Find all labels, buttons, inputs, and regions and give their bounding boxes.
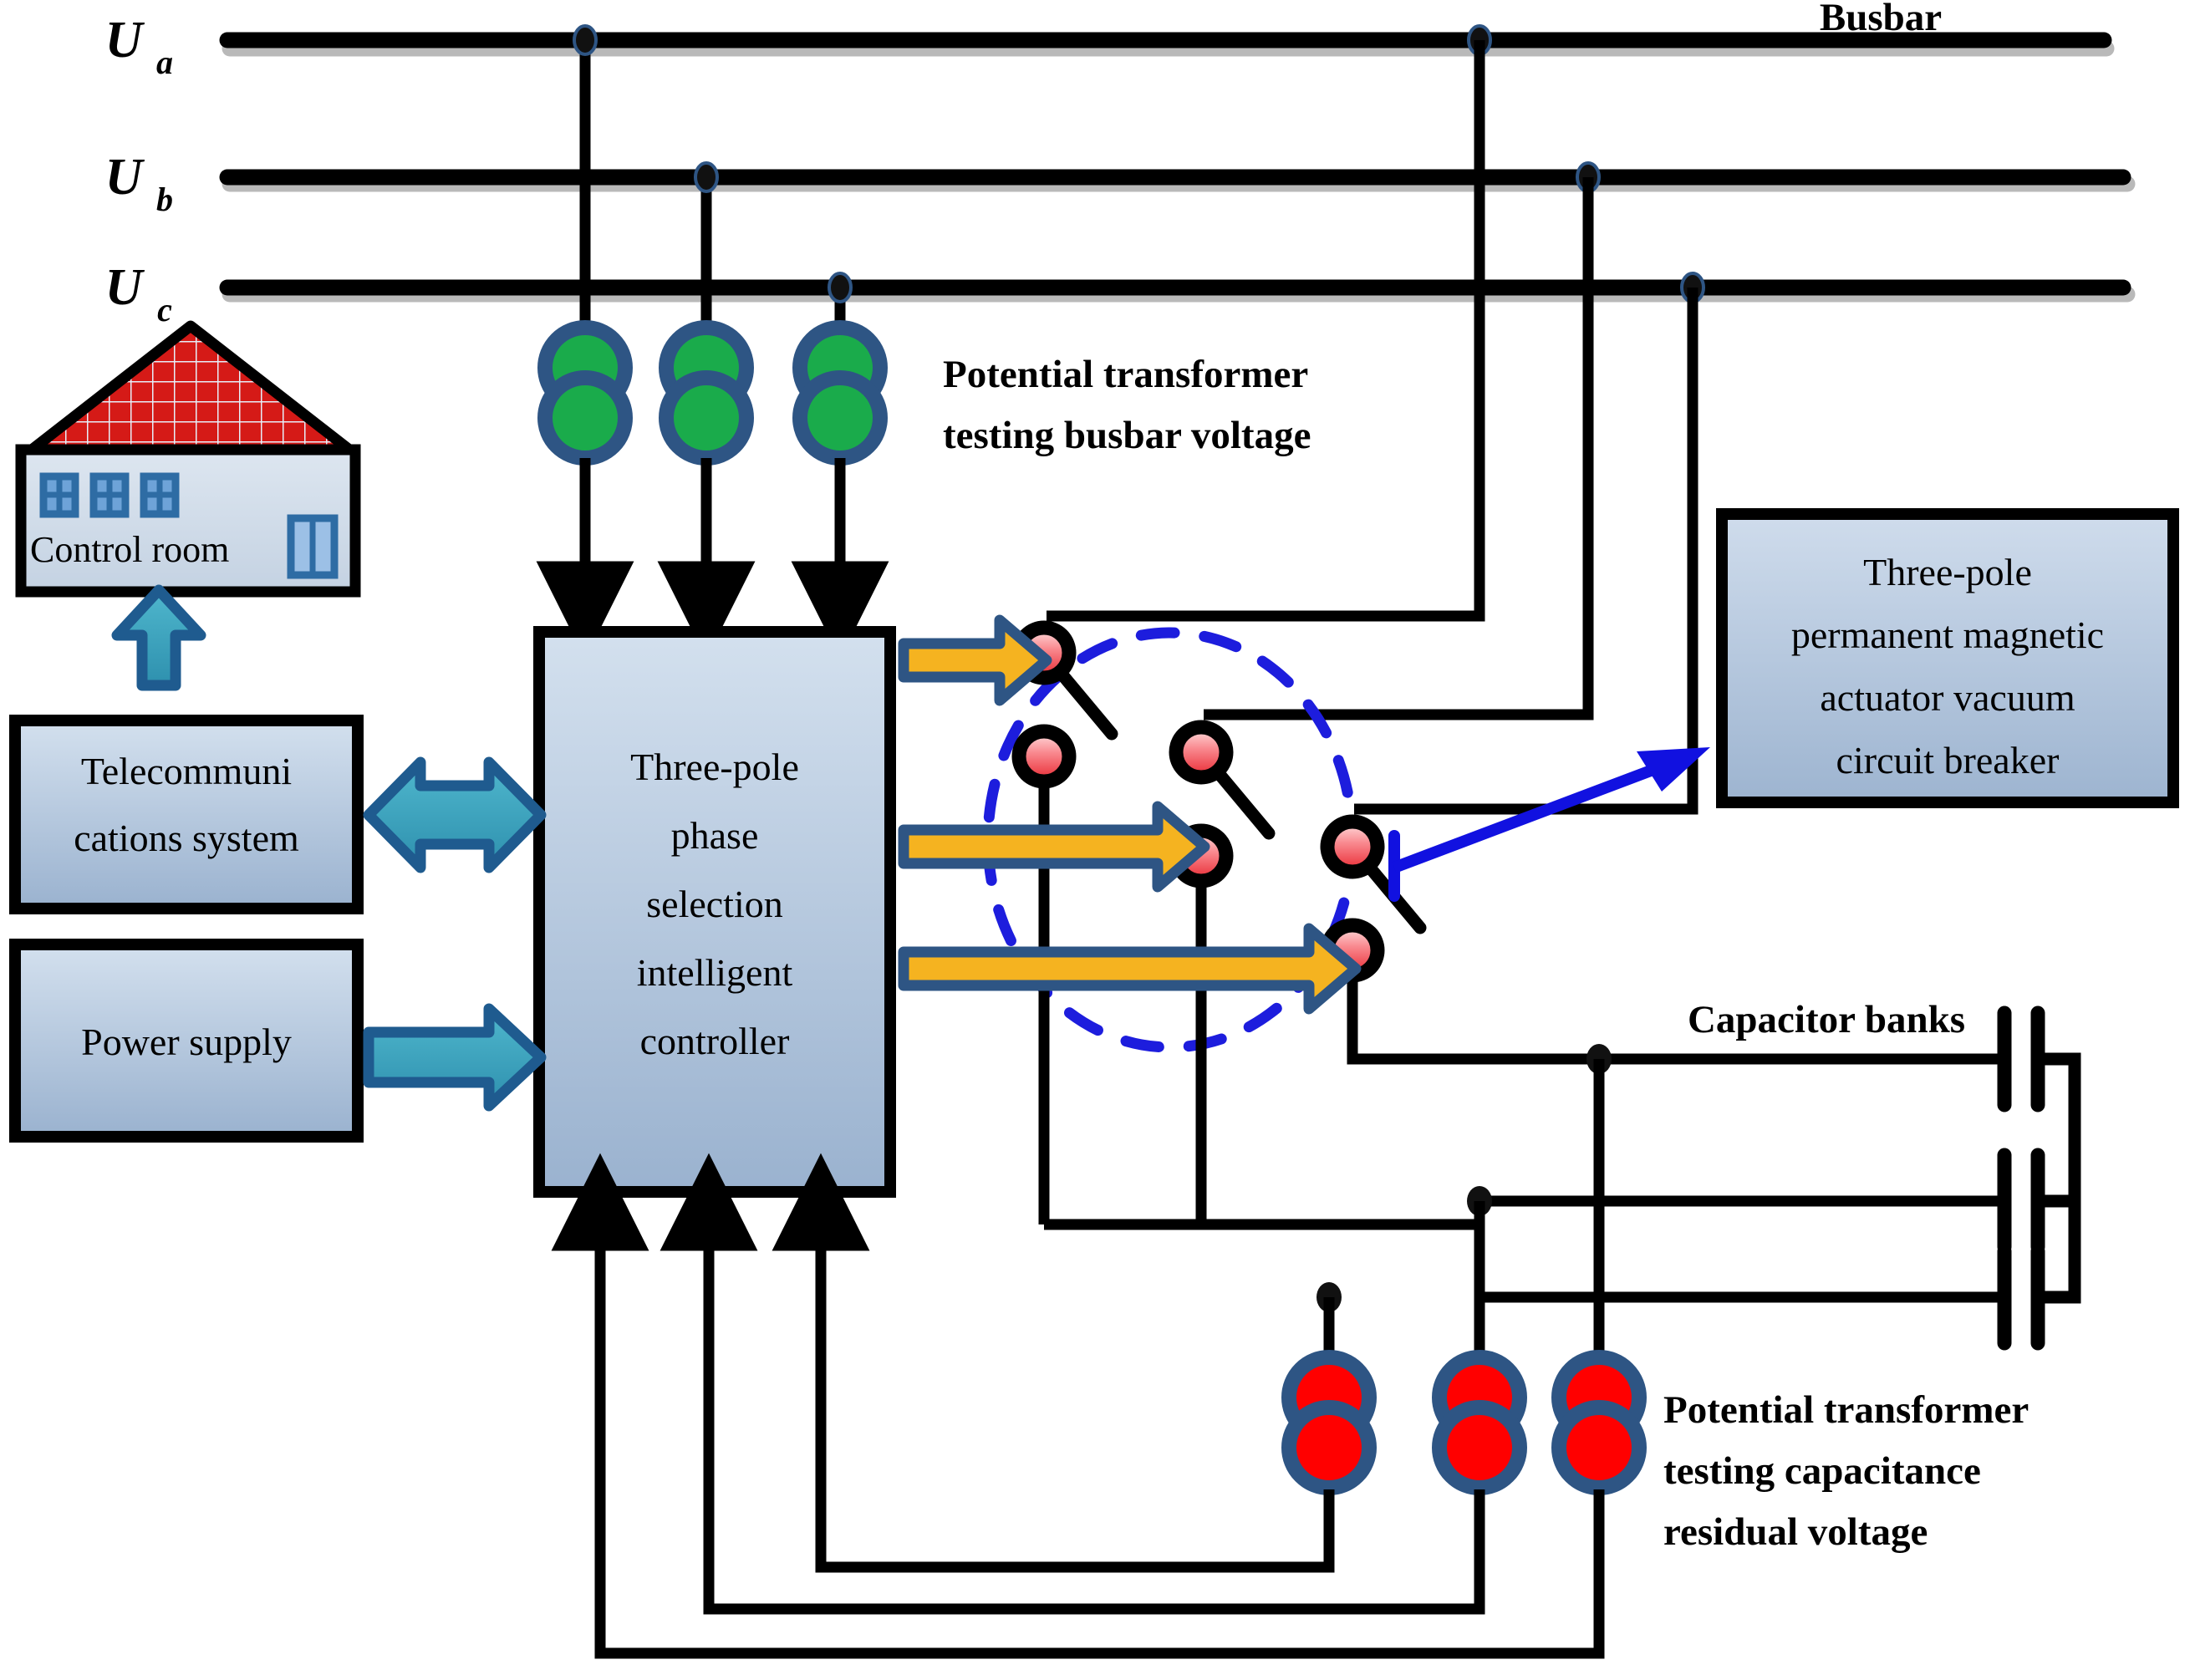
power-supply-box[interactable]: Power supply [9,939,364,1143]
pt-capacitance-tap-dots [1316,1044,1612,1312]
pt-busbar-label-line-1: Potential transformer [943,353,1308,396]
telecom-line-1: Telecommuni [81,750,292,792]
pt-capacitance-label: Potential transformer testing capacitanc… [1663,1388,2029,1554]
phase-label-c: U c [105,259,173,328]
control-arrow-2 [898,801,1210,893]
phase-b-subscript: b [156,181,173,218]
breaker-box[interactable]: Three-pole permanent magnetic actuator v… [1716,508,2179,808]
switch-contact-upper [1320,814,1385,879]
switch-pole-1[interactable] [1011,620,1118,1224]
control-room-label: Control room [30,529,229,570]
pt-busbar-label: Potential transformer testing busbar vol… [943,353,1311,457]
pt-capacitance-label-line-1: Potential transformer [1663,1388,2029,1432]
pt-busbar-unit [659,320,754,466]
controller-line-4: intelligent [637,951,793,994]
house-door [287,514,339,579]
pt-capacitance-unit [1551,1350,1647,1495]
single-line-diagram-canvas: U a U b U c Busbar Potential transformer… [9,0,2179,1659]
switch-contact-lower [1011,724,1077,789]
house-window [39,472,79,518]
breaker-line-4: circuit breaker [1836,739,2060,781]
control-room-house[interactable]: Control room [15,320,361,598]
telecom-controller-bidirectional-arrow [363,756,547,873]
controller-line-3: selection [646,883,783,925]
pt-busbar-unit [537,320,633,466]
house-roof [26,320,355,456]
breaker-line-1: Three-pole [1863,551,2032,593]
telecom-to-control-room-arrow [111,584,206,691]
breaker-line-2: permanent magnetic [1791,613,2104,656]
pt-busbar-unit [792,320,888,466]
switch-contact-upper [1169,720,1234,785]
breaker-pointer-arrow [1388,747,1710,902]
house-window [140,472,180,518]
controller-box[interactable]: Three-pole phase selection intelligent c… [533,626,896,1198]
phase-a-letter: U [105,12,145,69]
breaker-line-3: actuator vacuum [1820,676,2075,719]
pt-capacitance-unit [1432,1350,1527,1495]
phase-label-a: U a [105,12,173,81]
schematic-sheet: U a U b U c Busbar Potential transformer… [0,0,2195,1680]
telecom-line-2: cations system [74,817,299,859]
control-arrow-3 [898,923,1362,1015]
capacitor-feed-lines [1479,1053,2004,1303]
pt-busbar-label-line-2: testing busbar voltage [943,414,1311,457]
capacitor-banks-label: Capacitor banks [1688,998,1965,1041]
pt-capacitance-label-line-2: testing capacitance [1663,1449,1981,1493]
switch-pole-3[interactable] [1320,814,1688,1065]
pt-capacitance-label-line-3: residual voltage [1663,1510,1928,1554]
potential-transformer-capacitance-group [1281,1350,1647,1495]
potential-transformer-busbar-group [537,320,888,466]
phase-label-b: U b [105,149,173,218]
capacitor-banks-group [1997,1005,2081,1351]
pt-busbar-to-controller-arrows [536,458,889,659]
pt-capacitance-drops [1323,1059,1605,1356]
busbar-group [219,32,2136,303]
phase-a-subscript: a [156,43,173,81]
controller-line-5: controller [640,1020,790,1062]
controller-line-1: Three-pole [630,746,799,788]
busbar-label: Busbar [1820,0,1942,39]
controller-line-2: phase [671,814,759,857]
phase-c-letter: U [105,259,145,316]
power-supply-arrow [363,1003,547,1112]
phase-c-subscript: c [157,291,172,328]
phase-b-letter: U [105,149,145,206]
telecommunications-box[interactable]: Telecommuni cations system [9,715,364,914]
power-supply-label: Power supply [81,1021,292,1063]
busbar-tap-dots-pt [573,24,853,303]
pt-capacitance-unit [1281,1350,1377,1495]
house-window [89,472,130,518]
